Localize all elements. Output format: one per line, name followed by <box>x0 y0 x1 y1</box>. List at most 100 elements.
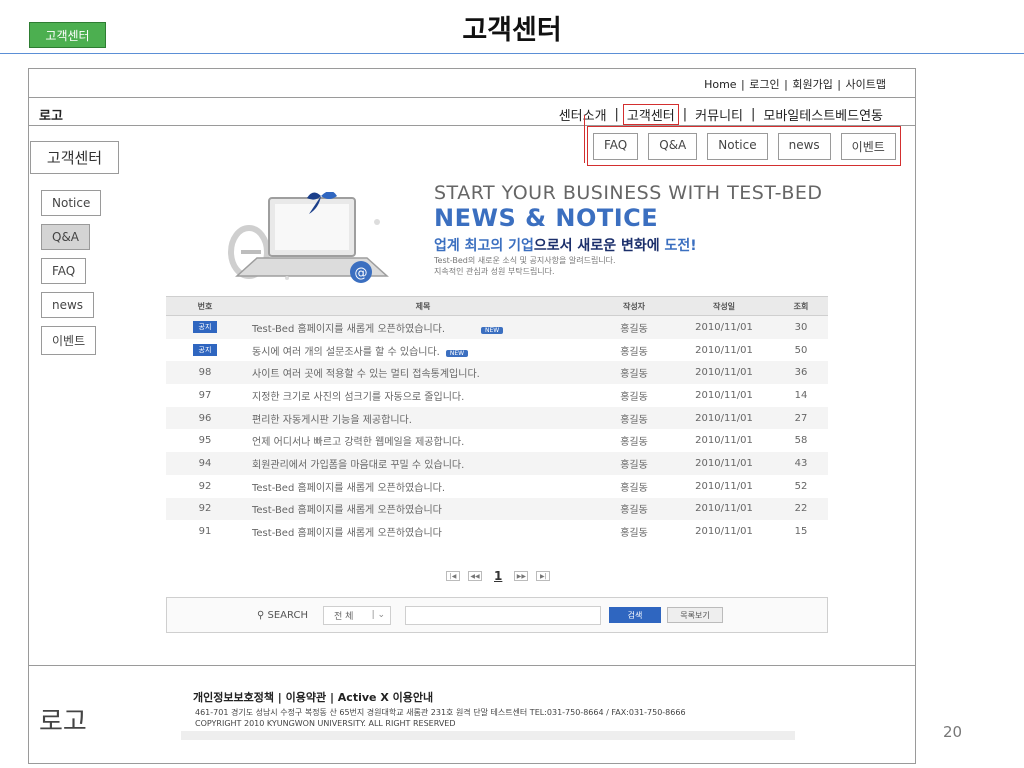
banner-title: NEWS & NOTICE <box>434 204 659 232</box>
banner-slogan: 업계 최고의 기업으로서 새로운 변화에 도전! <box>434 235 697 255</box>
row-number-value: 91 <box>198 526 212 538</box>
gnb-item-community[interactable]: 커뮤니티 <box>691 105 747 124</box>
row-title[interactable]: 지정한 크기로 사진의 섬크기를 자동으로 줄입니다. <box>244 388 594 403</box>
sub-menu-event[interactable]: 이벤트 <box>840 133 896 160</box>
new-badge: NEW <box>445 349 469 357</box>
gnb-item-support[interactable]: 고객센터 <box>622 104 679 125</box>
row-title[interactable]: Test-Bed 홈페이지를 새롭게 오픈하였습니다. NEW <box>244 320 594 335</box>
row-date: 2010/11/01 <box>695 457 753 469</box>
row-number: 92 <box>166 481 244 492</box>
next-page-button[interactable]: ▶▶ <box>514 571 529 581</box>
row-title-text[interactable]: Test-Bed 홈페이지를 새롭게 오픈하였습니다. <box>252 483 445 494</box>
global-nav: 센터소개 | 고객센터 | 커뮤니티 | 모바일테스트베드연동 <box>555 104 887 125</box>
annotation-line <box>584 115 585 163</box>
row-date: 2010/11/01 <box>695 526 753 538</box>
row-hits: 50 <box>794 344 808 356</box>
banner-desc-line: 지속적인 관심과 성원 부탁드립니다. <box>434 267 555 276</box>
row-title[interactable]: 회원관리에서 가입폼을 마음대로 꾸밀 수 있습니다. <box>244 456 594 471</box>
row-date: 2010/11/01 <box>695 367 753 379</box>
search-input[interactable] <box>405 606 601 625</box>
row-hits: 30 <box>794 321 808 333</box>
lnb-item-notice[interactable]: Notice <box>41 190 102 216</box>
row-title-text[interactable]: 회원관리에서 가입폼을 마음대로 꾸밀 수 있습니다. <box>252 460 464 471</box>
section-title: 고객센터 <box>30 141 119 174</box>
util-login-link[interactable]: 로그인 <box>749 78 779 91</box>
notice-badge: 공지 <box>192 321 218 334</box>
table-row[interactable]: 91 Test-Bed 홈페이지를 새롭게 오픈하였습니다 홍길동 2010/11/0… <box>166 520 828 543</box>
search-button[interactable]: 검색 <box>609 607 661 623</box>
row-writer: 홍길동 <box>620 323 648 335</box>
row-title-text[interactable]: 편리한 자동게시판 기능을 제공합니다. <box>252 415 412 426</box>
row-title-text[interactable]: 동시에 여러 개의 설문조사를 할 수 있습니다. <box>252 347 440 358</box>
wireframe: Home | 로그인 | 회원가입 | 사이트맵 로고 센터소개 | 고객센터 … <box>28 68 916 764</box>
row-title[interactable]: 동시에 여러 개의 설문조사를 할 수 있습니다. NEW <box>244 343 594 358</box>
row-title-text[interactable]: 언제 어디서나 빠르고 강력한 웹메일을 제공합니다. <box>252 437 464 448</box>
util-sitemap-link[interactable]: 사이트맵 <box>846 78 886 91</box>
search-scope-select[interactable]: 전 체 | ⌄ <box>323 606 391 625</box>
row-title[interactable]: 언제 어디서나 빠르고 강력한 웹메일을 제공합니다. <box>244 433 594 448</box>
lnb-item-qna[interactable]: Q&A <box>41 224 91 250</box>
row-title-text[interactable]: Test-Bed 홈페이지를 새롭게 오픈하였습니다 <box>252 505 442 516</box>
search-bar: ⚲ SEARCH 전 체 | ⌄ 검색 목록보기 <box>166 597 828 633</box>
table-row[interactable]: 97 지정한 크기로 사진의 섬크기를 자동으로 줄입니다. 홍길동 2010/11/… <box>166 384 828 407</box>
table-row[interactable]: 공지 Test-Bed 홈페이지를 새롭게 오픈하였습니다. NEW 홍길동 2010/… <box>166 316 828 339</box>
row-title-text[interactable]: Test-Bed 홈페이지를 새롭게 오픈하였습니다. <box>252 324 445 335</box>
col-header-title: 제목 <box>415 301 431 311</box>
util-join-link[interactable]: 회원가입 <box>792 78 832 91</box>
row-date: 2010/11/01 <box>695 435 753 447</box>
row-hits: 22 <box>794 503 808 515</box>
last-page-button[interactable]: ▶| <box>536 571 551 581</box>
slide-page-number: 20 <box>943 723 963 741</box>
table-row[interactable]: 92 Test-Bed 홈페이지를 새롭게 오픈하였습니다. 홍길동 2010/11/… <box>166 475 828 498</box>
banner-desc-line: Test-Bed의 새로운 소식 및 공지사항을 알려드립니다. <box>434 256 616 265</box>
logo[interactable]: 로고 <box>39 105 63 124</box>
first-page-button[interactable]: |◀ <box>446 571 460 581</box>
utility-nav: Home | 로그인 | 회원가입 | 사이트맵 <box>704 78 886 91</box>
table-row[interactable]: 공지 동시에 여러 개의 설문조사를 할 수 있습니다. NEW 홍길동 2010/11… <box>166 339 828 362</box>
sub-menu-qna[interactable]: Q&A <box>648 133 698 160</box>
row-title-text[interactable]: Test-Bed 홈페이지를 새롭게 오픈하였습니다 <box>252 528 442 539</box>
row-date: 2010/11/01 <box>695 480 753 492</box>
row-title-text[interactable]: 사이트 여러 곳에 적용할 수 있는 멀티 접속통계입니다. <box>252 369 480 380</box>
row-hits: 15 <box>794 526 808 538</box>
page-number[interactable]: 1 <box>490 569 506 583</box>
col-header-hits: 조회 <box>793 301 809 311</box>
row-hits: 58 <box>794 435 808 447</box>
table-row[interactable]: 95 언제 어디서나 빠르고 강력한 웹메일을 제공합니다. 홍길동 2010/11/… <box>166 429 828 452</box>
row-number: 공지 <box>166 321 244 334</box>
table-row[interactable]: 96 편리한 자동게시판 기능을 제공합니다. 홍길동 2010/11/01 27 <box>166 406 828 430</box>
sub-menu-faq[interactable]: FAQ <box>593 133 639 160</box>
util-home-link[interactable]: Home <box>704 78 736 91</box>
lnb-item-faq[interactable]: FAQ <box>41 258 87 284</box>
row-writer: 홍길동 <box>620 437 648 449</box>
lnb-item-event[interactable]: 이벤트 <box>41 326 97 355</box>
row-title[interactable]: Test-Bed 홈페이지를 새롭게 오픈하였습니다 <box>244 524 594 539</box>
sub-menu-news[interactable]: news <box>777 133 831 160</box>
chevron-down-icon: | ⌄ <box>371 610 385 620</box>
prev-page-button[interactable]: ◀◀ <box>468 571 482 581</box>
row-title[interactable]: Test-Bed 홈페이지를 새롭게 오픈하였습니다 <box>244 501 594 516</box>
table-row[interactable]: 98 사이트 여러 곳에 적용할 수 있는 멀티 접속통계입니다. 홍길동 2010/… <box>166 361 828 385</box>
sub-menu: FAQ Q&A Notice news 이벤트 <box>593 133 896 160</box>
row-number: 91 <box>166 526 244 537</box>
list-view-button[interactable]: 목록보기 <box>667 607 723 623</box>
gnb-item-mobile-testbed[interactable]: 모바일테스트베드연동 <box>759 105 887 124</box>
row-writer: 홍길동 <box>620 414 648 426</box>
row-title[interactable]: 편리한 자동게시판 기능을 제공합니다. <box>244 411 594 426</box>
row-writer: 홍길동 <box>620 346 648 358</box>
banner-heading: START YOUR BUSINESS WITH TEST-BED <box>434 182 823 204</box>
row-date: 2010/11/01 <box>695 412 753 424</box>
sub-menu-notice[interactable]: Notice <box>707 133 768 160</box>
row-writer: 홍길동 <box>620 528 648 540</box>
table-header: 번호 제목 작성자 작성일 조회 <box>166 296 828 316</box>
footer-links[interactable]: 개인정보보호정책 | 이용약관 | Active X 이용안내 <box>193 689 433 705</box>
row-number: 공지 <box>166 344 244 357</box>
col-header-date: 작성일 <box>712 301 736 311</box>
table-row[interactable]: 92 Test-Bed 홈페이지를 새롭게 오픈하였습니다 홍길동 2010/11/0… <box>166 497 828 521</box>
row-title-text[interactable]: 지정한 크기로 사진의 섬크기를 자동으로 줄입니다. <box>252 392 464 403</box>
row-title[interactable]: Test-Bed 홈페이지를 새롭게 오픈하였습니다. <box>244 479 594 494</box>
gnb-item-about[interactable]: 센터소개 <box>555 105 611 124</box>
lnb-item-news[interactable]: news <box>41 292 95 318</box>
row-title[interactable]: 사이트 여러 곳에 적용할 수 있는 멀티 접속통계입니다. <box>244 365 594 380</box>
table-row[interactable]: 94 회원관리에서 가입폼을 마음대로 꾸밀 수 있습니다. 홍길동 2010/11/… <box>166 452 828 475</box>
